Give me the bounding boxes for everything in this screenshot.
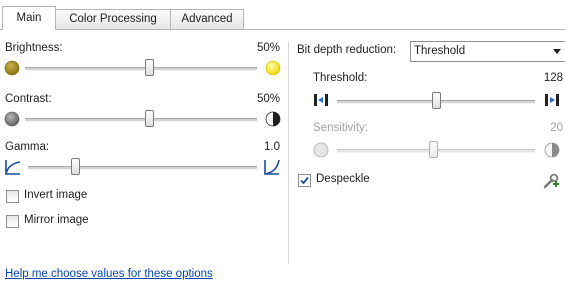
bright-sun-icon bbox=[265, 60, 281, 76]
chevron-down-icon bbox=[553, 49, 561, 54]
bit-depth-select[interactable]: Threshold bbox=[410, 41, 565, 62]
high-contrast-icon bbox=[265, 111, 281, 127]
mirror-image-checkbox[interactable] bbox=[6, 215, 19, 228]
gamma-low-curve-icon bbox=[5, 160, 21, 175]
brightness-slider-track[interactable] bbox=[25, 67, 257, 71]
despeckle-checkbox[interactable] bbox=[298, 174, 311, 187]
threshold-low-icon bbox=[314, 94, 328, 106]
sensitivity-high-icon bbox=[544, 142, 560, 158]
threshold-label: Threshold: bbox=[313, 72, 368, 84]
wrench-settings-icon[interactable] bbox=[542, 172, 560, 190]
brightness-slider-thumb[interactable] bbox=[145, 59, 154, 76]
despeckle-label[interactable]: Despeckle bbox=[316, 173, 370, 185]
sensitivity-low-icon bbox=[313, 142, 329, 158]
sensitivity-slider-thumb[interactable] bbox=[429, 141, 438, 158]
column-divider bbox=[288, 42, 289, 264]
gamma-high-curve-icon bbox=[264, 159, 280, 175]
dim-sun-icon bbox=[4, 60, 20, 76]
low-contrast-icon bbox=[4, 111, 20, 127]
tab-main[interactable]: Main bbox=[2, 6, 56, 30]
bit-depth-label: Bit depth reduction: bbox=[297, 44, 397, 56]
brightness-value: 50% bbox=[256, 42, 280, 54]
gamma-label: Gamma: bbox=[5, 141, 50, 153]
help-link[interactable]: Help me choose values for these options bbox=[5, 268, 213, 280]
contrast-value: 50% bbox=[256, 93, 280, 105]
tab-label: Advanced bbox=[181, 13, 233, 25]
contrast-slider-track[interactable] bbox=[25, 118, 257, 122]
sensitivity-value: 20 bbox=[550, 122, 563, 134]
invert-image-checkbox[interactable] bbox=[6, 190, 19, 203]
gamma-value: 1.0 bbox=[264, 141, 280, 153]
brightness-label: Brightness: bbox=[5, 42, 63, 54]
tab-panel-border bbox=[0, 29, 565, 30]
gamma-slider-track[interactable] bbox=[28, 166, 257, 170]
sensitivity-label: Sensitivity: bbox=[313, 122, 368, 134]
checkmark-icon bbox=[300, 176, 309, 185]
gamma-slider-thumb[interactable] bbox=[71, 158, 80, 175]
invert-image-label[interactable]: Invert image bbox=[24, 189, 87, 201]
contrast-slider-thumb[interactable] bbox=[145, 110, 154, 127]
tab-label: Color Processing bbox=[69, 13, 157, 25]
contrast-label: Contrast: bbox=[5, 93, 52, 105]
mirror-image-label[interactable]: Mirror image bbox=[24, 214, 89, 226]
tab-label: Main bbox=[16, 12, 42, 24]
tab-color-processing[interactable]: Color Processing bbox=[55, 9, 171, 29]
threshold-high-icon bbox=[545, 94, 559, 106]
threshold-slider-thumb[interactable] bbox=[432, 92, 441, 109]
bit-depth-selected: Threshold bbox=[414, 45, 466, 57]
threshold-value: 128 bbox=[543, 72, 563, 84]
tab-advanced[interactable]: Advanced bbox=[170, 9, 244, 29]
